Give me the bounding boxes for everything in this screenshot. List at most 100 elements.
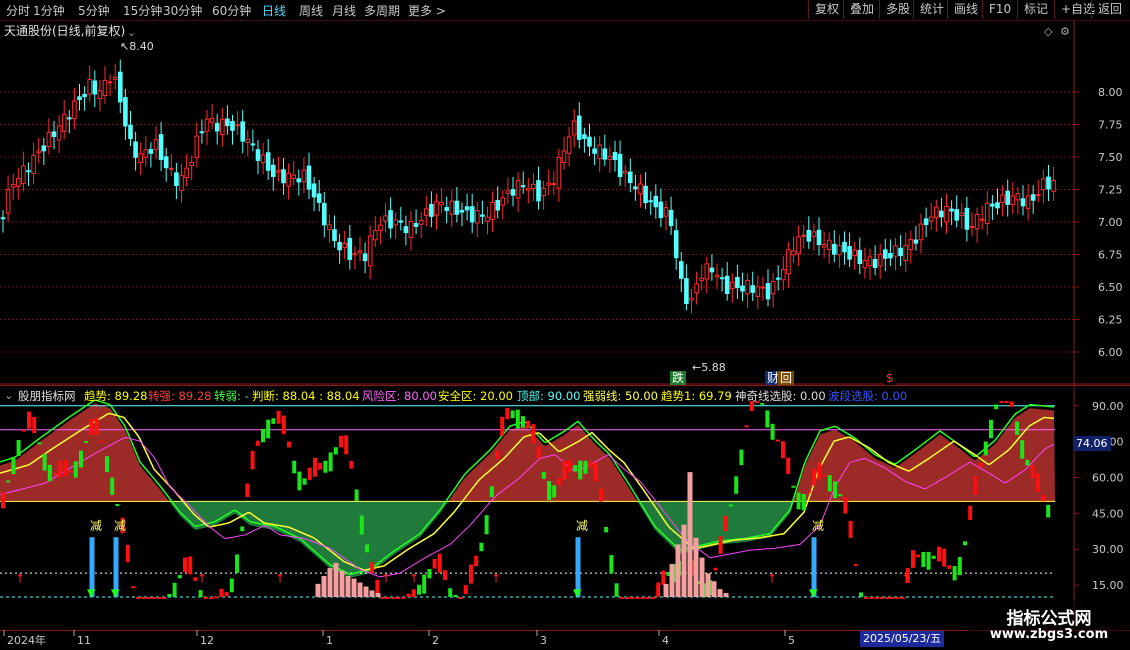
x-tick-label: 12 [200,634,214,647]
period-10[interactable]: 更多 > [408,2,446,19]
candle-body [133,141,138,158]
field-label: 神奇线选股: [735,389,797,403]
momentum-bar [1041,495,1045,502]
candle-body [439,201,444,206]
candle-body [898,247,903,257]
histogram-bar [711,581,717,597]
trend-area-green [0,501,1055,578]
momentum-bar [313,457,317,477]
momentum-bar [292,460,297,474]
momentum-bar [1,492,5,509]
momentum-bar [1035,473,1040,493]
indicator-chart[interactable]: 90.0075.0060.0045.0030.0015.00▼▼▼▼↑↑↑↑↑↑… [0,385,1130,630]
candle-body [281,169,286,184]
momentum-bar [812,468,817,486]
toolbar-button-6[interactable]: 标记 [1017,0,1054,19]
momentum-bar [307,467,312,480]
candle-body [388,210,393,229]
momentum-bar [68,470,73,473]
momentum-bar [744,425,749,428]
indicator-tick-label: 90.00 [1092,400,1124,413]
event-marker-0[interactable]: 跌 [670,371,687,385]
toolbar-button-8[interactable]: 返回 [1091,0,1128,19]
toolbar-button-5[interactable]: F10 [982,0,1017,19]
collapse-icon[interactable]: ⌄ [4,388,14,402]
event-marker-2[interactable]: 回 [778,371,795,385]
field-value: 50.00 [621,389,658,403]
toolbar-button-3[interactable]: 统计 [913,0,950,19]
candle-body [1015,193,1021,201]
candle-body [16,178,21,187]
candle-body [689,297,694,301]
momentum-bar [614,583,619,597]
momentum-bar [619,597,624,599]
momentum-bar [593,462,598,482]
candle-body [867,256,873,267]
candle-body [1051,179,1056,192]
field-label: 趋势: [84,389,111,403]
candle-body [322,203,327,226]
histogram-bar [333,562,339,597]
period-3[interactable]: 15分钟 [123,2,162,19]
histogram-bar [345,575,351,597]
period-6[interactable]: 日线 [262,2,286,19]
candle-body [597,144,603,159]
momentum-bar [838,494,843,497]
momentum-bar [885,597,889,599]
period-9[interactable]: 多周期 [364,2,400,19]
momentum-bar [458,597,463,599]
momentum-bar [807,490,811,493]
momentum-bar [489,486,494,498]
price-tick-label: 6.25 [1098,314,1123,327]
candle-body [225,118,230,127]
candle-body [556,156,562,189]
momentum-bar [105,456,109,473]
field-label: 安全区: [438,389,477,403]
candle-body [883,249,888,259]
candle-body [118,71,123,103]
period-2[interactable]: 5分钟 [78,2,110,19]
momentum-bar [864,597,869,599]
candle-body [342,242,347,249]
indicator-tick-label: 45.00 [1092,507,1124,520]
price-tick-label: 7.50 [1098,151,1123,164]
toolbar-button-1[interactable]: 叠加 [843,0,880,19]
candle-body [566,136,572,154]
momentum-bar [255,440,260,446]
candle-body [1010,195,1016,206]
momentum-bar [952,566,957,581]
period-1[interactable]: 1分钟 [33,2,65,19]
candle-body [719,277,725,280]
candle-body [332,229,337,242]
momentum-bar [552,485,557,498]
candle-body [740,285,745,292]
x-tick-label: 2024年 [7,633,46,647]
histogram-bar [363,586,369,597]
momentum-bar [21,429,26,432]
period-4[interactable]: 30分钟 [163,2,202,19]
toolbar-button-4[interactable]: 画线 [947,0,984,19]
momentum-bar [926,551,931,570]
field-value: 0.00 [877,389,908,403]
price-chart[interactable]: 8.00 7.75 7.50 7.25 7.00 6.75 6.50 6.25 6.00 ↖8.4… [0,20,1130,385]
period-7[interactable]: 周线 [299,2,323,19]
toolbar-button-0[interactable]: 复权 [808,0,845,19]
candle-body [199,131,205,134]
momentum-bar [942,548,947,567]
candle-body [888,252,893,259]
histogram-bar [675,544,681,597]
candle-body [735,276,740,289]
period-5[interactable]: 60分钟 [212,2,251,19]
candle-body [286,172,291,187]
period-0[interactable]: 分时 [6,2,30,19]
candle-body [928,216,934,222]
candle-body [796,236,801,254]
period-8[interactable]: 月线 [332,2,356,19]
histogram-bar [375,593,381,597]
event-marker-3[interactable]: $ [884,371,896,385]
momentum-bar [718,536,723,554]
indicator-name[interactable]: 股朋指标网 [18,388,76,404]
toolbar-button-2[interactable]: 多股 [879,0,916,19]
candle-body [959,212,965,216]
momentum-bar [469,564,473,584]
